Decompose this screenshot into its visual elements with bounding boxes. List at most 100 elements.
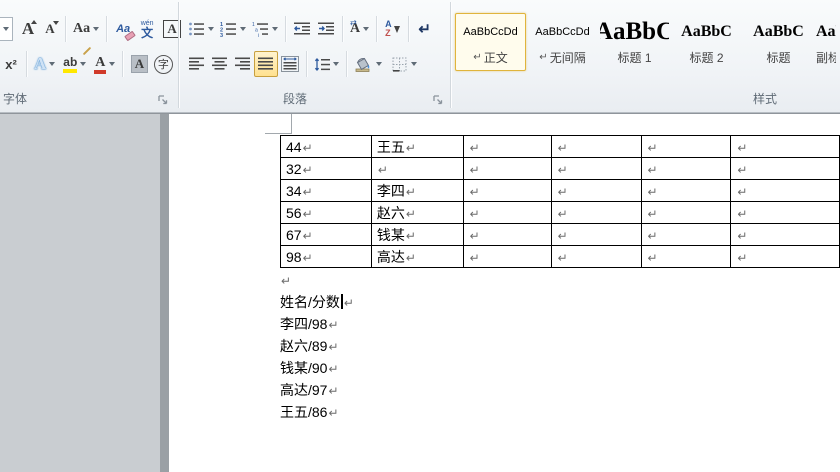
divider bbox=[285, 16, 286, 42]
shading-button[interactable] bbox=[351, 51, 385, 77]
table-cell[interactable]: 赵六↵ bbox=[370, 201, 464, 224]
increase-indent-button[interactable] bbox=[314, 16, 338, 42]
align-right-button[interactable] bbox=[231, 51, 254, 77]
table-cell[interactable]: 67↵ bbox=[280, 223, 372, 246]
enclose-characters-button[interactable]: 字 bbox=[151, 51, 175, 77]
document-page[interactable]: 44↵ 王五↵ ↵ ↵ ↵ ↵ 32↵ ↵ ↵ ↵ ↵ ↵ 34↵ 李四↵ ↵ … bbox=[169, 114, 840, 472]
text-effects-button[interactable]: A bbox=[31, 51, 58, 77]
cell-mark-icon: ↵ bbox=[302, 184, 313, 199]
cell-mark-icon: ↵ bbox=[557, 228, 568, 243]
table-cell[interactable]: 34↵ bbox=[280, 179, 372, 202]
table-cell[interactable]: ↵ bbox=[550, 245, 642, 268]
table-cell[interactable]: ↵ bbox=[370, 157, 464, 180]
table-cell[interactable]: ↵ bbox=[550, 135, 642, 158]
style-no-spacing[interactable]: AaBbCcDd ↵ 无间隔 bbox=[527, 13, 598, 71]
table-cell[interactable]: ↵ bbox=[462, 201, 552, 224]
text-highlight-button[interactable]: ab bbox=[60, 46, 92, 77]
bullets-button[interactable] bbox=[185, 16, 217, 42]
table-cell[interactable]: 高达↵ bbox=[370, 245, 464, 268]
cell-mark-icon: ↵ bbox=[647, 162, 658, 177]
empty-paragraph[interactable]: ↵ bbox=[280, 270, 354, 292]
table-cell[interactable]: 王五↵ bbox=[370, 135, 464, 158]
justify-button[interactable] bbox=[254, 51, 278, 77]
shrink-font-button[interactable]: A bbox=[39, 16, 61, 42]
font-size-dropdown[interactable] bbox=[0, 17, 13, 41]
style-heading2[interactable]: AaBbC 标题 2 bbox=[671, 13, 742, 71]
align-left-button[interactable] bbox=[185, 51, 208, 77]
phonetic-guide-button[interactable]: wén 文 bbox=[135, 16, 159, 42]
table-cell[interactable]: ↵ bbox=[462, 157, 552, 180]
style-subtitle[interactable]: AaBb 副标题 bbox=[815, 13, 837, 71]
paragraph-group-label: 段落 bbox=[283, 92, 308, 106]
table-cell[interactable]: ↵ bbox=[730, 135, 840, 158]
svg-text:i: i bbox=[258, 33, 259, 37]
table-cell[interactable]: 李四↵ bbox=[370, 179, 464, 202]
table-cell[interactable]: 32↵ bbox=[280, 157, 372, 180]
table-cell[interactable]: ↵ bbox=[550, 223, 642, 246]
borders-button[interactable] bbox=[389, 51, 420, 77]
font-group-label: 字体 bbox=[3, 92, 28, 106]
style-normal[interactable]: AaBbCcDd ↵ 正文 bbox=[455, 13, 526, 71]
show-hide-marks-button[interactable]: ↵ bbox=[413, 16, 437, 42]
change-case-button[interactable]: Aa bbox=[70, 16, 102, 42]
style-heading1[interactable]: AaBbC 标题 1 bbox=[599, 13, 670, 71]
chevron-down-icon bbox=[363, 27, 370, 31]
table-cell[interactable]: ↵ bbox=[730, 245, 840, 268]
numbering-icon: 123 bbox=[220, 22, 236, 37]
table-cell[interactable]: ↵ bbox=[462, 135, 552, 158]
table-cell[interactable]: ↵ bbox=[550, 157, 642, 180]
table-cell[interactable]: ↵ bbox=[640, 223, 732, 246]
table-cell[interactable]: 56↵ bbox=[280, 201, 372, 224]
line-spacing-button[interactable] bbox=[311, 51, 342, 77]
table-cell[interactable]: ↵ bbox=[640, 135, 732, 158]
styles-group: AaBbCcDd ↵ 正文 AaBbCcDd ↵ 无间隔 AaBbC 标题 1 bbox=[451, 0, 840, 112]
text-line[interactable]: 李四/98↵ bbox=[280, 314, 354, 336]
text-line[interactable]: 高达/97↵ bbox=[280, 380, 354, 402]
paragraph-mark-icon: ↵ bbox=[539, 52, 548, 63]
style-title[interactable]: AaBbC 标题 bbox=[743, 13, 814, 71]
table-cell[interactable]: ↵ bbox=[550, 201, 642, 224]
table-cell[interactable]: 98↵ bbox=[280, 245, 372, 268]
table-cell[interactable]: ↵ bbox=[640, 245, 732, 268]
table-cell[interactable]: 44↵ bbox=[280, 135, 372, 158]
cell-mark-icon: ↵ bbox=[557, 184, 568, 199]
table-cell[interactable]: ↵ bbox=[730, 201, 840, 224]
cell-mark-icon: ↵ bbox=[302, 206, 313, 221]
clear-formatting-button[interactable]: Aa bbox=[111, 16, 136, 42]
table-cell[interactable]: ↵ bbox=[640, 157, 732, 180]
paragraph-dialog-launcher[interactable] bbox=[432, 94, 445, 107]
table-cell[interactable]: ↵ bbox=[730, 223, 840, 246]
table-cell[interactable]: 钱某↵ bbox=[370, 223, 464, 246]
word-window: A A Aa Aa wén 文 A x² A ab A A 字 字体 1 2 3… bbox=[0, 0, 840, 472]
superscript-button[interactable]: x² bbox=[0, 51, 22, 77]
cell-mark-icon: ↵ bbox=[405, 140, 416, 155]
table-cell[interactable]: ↵ bbox=[462, 223, 552, 246]
character-shading-button[interactable]: A bbox=[127, 51, 151, 77]
multilevel-list-button[interactable]: 1ai bbox=[249, 16, 281, 42]
numbering-button[interactable]: 123 bbox=[217, 16, 249, 42]
distributed-justify-button[interactable] bbox=[278, 51, 302, 77]
font-color-button[interactable]: A bbox=[91, 51, 118, 77]
text-line[interactable]: 姓名/分数 ↵ bbox=[280, 292, 354, 314]
score-table[interactable]: 44↵ 王五↵ ↵ ↵ ↵ ↵ 32↵ ↵ ↵ ↵ ↵ ↵ 34↵ 李四↵ ↵ … bbox=[280, 135, 840, 268]
font-dialog-launcher[interactable] bbox=[157, 94, 170, 107]
align-center-button[interactable] bbox=[208, 51, 231, 77]
text-line[interactable]: 王五/86↵ bbox=[280, 402, 354, 424]
text-line[interactable]: 钱某/90↵ bbox=[280, 358, 354, 380]
asian-layout-button[interactable]: ⇄ A bbox=[347, 16, 372, 42]
table-cell[interactable]: ↵ bbox=[730, 179, 840, 202]
grow-font-button[interactable]: A bbox=[17, 16, 39, 42]
table-cell[interactable]: ↵ bbox=[730, 157, 840, 180]
table-cell[interactable]: ↵ bbox=[550, 179, 642, 202]
table-cell[interactable]: ↵ bbox=[462, 179, 552, 202]
divider bbox=[65, 16, 66, 42]
paragraph-mark-icon: ↵ bbox=[328, 406, 339, 420]
table-cell[interactable]: ↵ bbox=[462, 245, 552, 268]
table-cell[interactable]: ↵ bbox=[640, 201, 732, 224]
font-color-icon: A bbox=[94, 55, 107, 74]
decrease-indent-button[interactable] bbox=[290, 16, 314, 42]
text-line[interactable]: 赵六/89↵ bbox=[280, 336, 354, 358]
sort-button[interactable]: A Z bbox=[381, 16, 404, 42]
paragraph-mark-icon: ↵ bbox=[281, 274, 292, 288]
table-cell[interactable]: ↵ bbox=[640, 179, 732, 202]
